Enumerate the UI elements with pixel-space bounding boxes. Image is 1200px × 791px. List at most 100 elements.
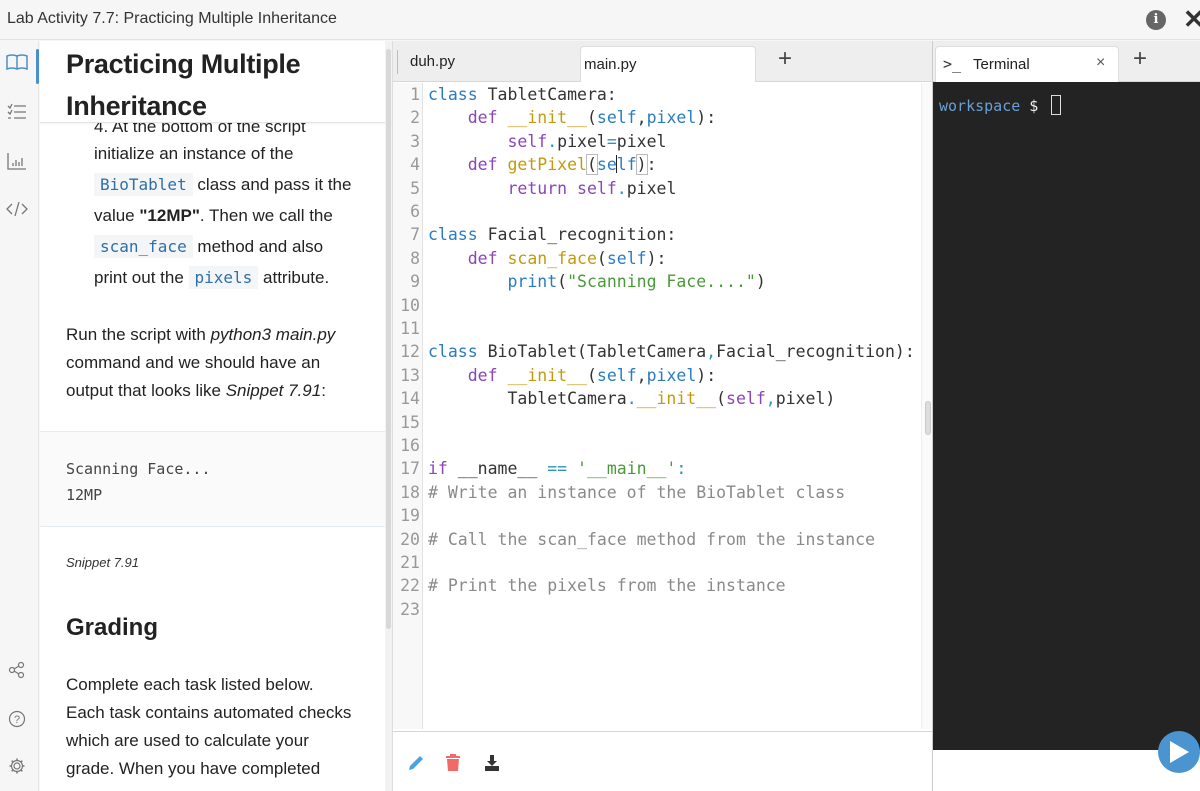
grading-heading: Grading	[66, 614, 159, 641]
book-icon[interactable]	[4, 49, 30, 75]
gear-icon[interactable]	[4, 753, 30, 779]
add-tab-button[interactable]: +	[778, 45, 792, 73]
code-pixels: pixels	[188, 266, 259, 289]
line-number: 14	[400, 389, 420, 409]
tab-main-py[interactable]: main.py	[580, 46, 756, 82]
code-scan-face: scan_face	[94, 235, 193, 258]
step4-line4: scan_face method and also	[94, 231, 323, 262]
guide-panel: Practicing Multiple Inheritance 4. At th…	[40, 41, 385, 791]
code-area[interactable]: 1 class TabletCamera: 2 def __init__(self…	[393, 83, 933, 729]
info-icon[interactable]: i	[1146, 10, 1166, 30]
line-number: 15	[400, 412, 420, 432]
terminal-panel: >_ Terminal × + workspace $	[932, 41, 1200, 750]
code-line: self.pixel=pixel	[507, 131, 667, 151]
snippet-line: Scanning Face...	[66, 460, 211, 478]
line-number: 4	[410, 155, 420, 175]
grading-line: Complete each task listed below.	[66, 675, 314, 694]
help-icon[interactable]: ?	[4, 706, 30, 732]
output-snippet: Scanning Face... 12MP	[40, 431, 385, 527]
line-number: 20	[400, 529, 420, 549]
line-number: 2	[410, 108, 420, 128]
terminal-output[interactable]: workspace $	[933, 83, 1200, 750]
code-line: class BioTablet(TabletCamera,Facial_reco…	[428, 342, 915, 362]
code-line: # Call the scan_face method from the ins…	[428, 529, 876, 549]
code-line: print("Scanning Face....")	[507, 272, 766, 292]
line-number: 9	[410, 272, 420, 292]
line-number: 1	[410, 85, 420, 104]
run-command: python3 main.py	[210, 325, 336, 344]
guide-scrollbar[interactable]	[385, 41, 392, 791]
snippet-line: 12MP	[66, 486, 103, 504]
step4-line5: print out the pixels attribute.	[94, 266, 330, 289]
terminal-cursor	[1051, 95, 1062, 115]
terminal-tabs: >_ Terminal × +	[933, 41, 1200, 82]
code-line: def __init__(self,pixel):	[467, 365, 717, 385]
step4-line3: value "12MP". Then we call the	[94, 206, 333, 225]
terminal-icon: >_	[943, 55, 962, 73]
line-number: 23	[400, 599, 420, 619]
play-icon	[1170, 741, 1189, 763]
close-terminal-icon[interactable]: ×	[1096, 54, 1105, 72]
editor-toolbar	[393, 731, 933, 791]
title-bar: Lab Activity 7.7: Practicing Multiple In…	[0, 0, 1200, 40]
share-icon[interactable]	[4, 657, 30, 683]
grading-line: grade. When you have completed	[66, 759, 321, 778]
line-number: 8	[410, 248, 420, 268]
run-line3: output that looks like Snippet 7.91:	[66, 381, 326, 400]
code-icon[interactable]	[4, 196, 30, 222]
terminal-tab-label: Terminal	[973, 56, 1030, 73]
grading-line: Each task contains automated checks	[66, 703, 352, 722]
snippet-caption: Snippet 7.91	[66, 555, 140, 570]
code-editor: duh.py main.py + 1 class TabletCamera: 2 …	[392, 41, 933, 791]
line-number: 18	[400, 482, 420, 502]
code-line: return self.pixel	[507, 178, 677, 198]
line-number: 3	[410, 131, 420, 151]
step4-line2: BioTablet class and pass it the	[94, 169, 351, 200]
code-line: TabletCamera.__init__(self,pixel)	[428, 389, 836, 409]
line-number: 12	[400, 342, 420, 362]
line-number: 7	[410, 225, 420, 245]
download-icon[interactable]	[481, 752, 503, 774]
line-number: 13	[400, 365, 420, 385]
window-title: Lab Activity 7.7: Practicing Multiple In…	[7, 10, 337, 27]
active-indicator	[36, 49, 39, 84]
pencil-icon[interactable]	[405, 752, 427, 774]
guide-title-line1: Practicing Multiple	[66, 49, 301, 79]
text-cursor	[616, 155, 618, 174]
code-line: class Facial_recognition:	[428, 225, 677, 245]
grading-text: Complete each task listed below. Each ta…	[66, 671, 376, 783]
tab-terminal[interactable]: >_ Terminal ×	[935, 46, 1119, 82]
chart-icon[interactable]	[4, 148, 30, 174]
close-icon[interactable]: ✕	[1183, 4, 1200, 35]
editor-scroll-thumb[interactable]	[925, 401, 931, 435]
line-number: 16	[400, 436, 420, 455]
add-terminal-button[interactable]: +	[1133, 45, 1147, 73]
code-line: def getPixel(self):	[467, 154, 657, 176]
guide-scroll-thumb[interactable]	[386, 49, 391, 629]
guide-title-line2: Inheritance	[66, 91, 207, 121]
terminal-cwd: workspace	[939, 97, 1021, 115]
run-line2: command and we should have an	[66, 353, 321, 372]
code-line: class TabletCamera:	[428, 85, 617, 104]
code-line: # Write an instance of the BioTablet cla…	[428, 482, 846, 502]
line-number: 21	[400, 553, 420, 572]
code-line: if __name__ == '__main__':	[428, 459, 687, 479]
line-number: 19	[400, 506, 420, 526]
checklist-icon[interactable]	[4, 99, 30, 125]
code-line: # Print the pixels from the instance	[428, 576, 786, 596]
trash-icon[interactable]	[442, 752, 464, 774]
terminal-prompt: workspace $	[939, 95, 1062, 115]
tab-duh-py[interactable]: duh.py	[397, 50, 577, 74]
prompt-symbol: $	[1020, 97, 1048, 115]
run-line1: Run the script with python3 main.py	[66, 325, 336, 344]
run-button[interactable]	[1158, 731, 1200, 773]
left-nav: ?	[0, 41, 39, 791]
line-number: 5	[410, 178, 420, 198]
line-number: 17	[400, 459, 420, 479]
code-biotablet: BioTablet	[94, 173, 193, 196]
tab-main-py-label: main.py	[584, 56, 637, 73]
svg-text:?: ?	[14, 714, 20, 726]
guide-header: Practicing Multiple Inheritance	[40, 41, 385, 123]
step4-line1: initialize an instance of the	[94, 144, 294, 163]
line-number: 6	[410, 202, 420, 221]
